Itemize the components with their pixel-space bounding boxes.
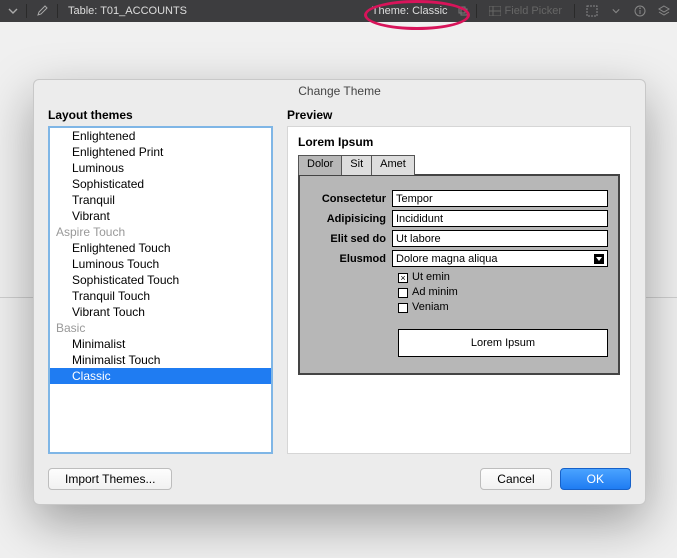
preview-tab[interactable]: Amet (371, 155, 415, 175)
copy-icon[interactable] (454, 2, 472, 20)
field-picker-label: Field Picker (505, 5, 562, 17)
theme-item[interactable]: Sophisticated Touch (50, 272, 271, 288)
theme-group-label: Basic (50, 320, 271, 336)
checkbox-icon: × (398, 273, 408, 283)
form-input[interactable]: Ut labore (392, 230, 608, 247)
checkbox-icon (398, 288, 408, 298)
preview-tab[interactable]: Dolor (298, 155, 342, 175)
checkbox-icon (398, 303, 408, 313)
form-label: Elit sed do (310, 233, 392, 245)
theme-item[interactable]: Tranquil (50, 192, 271, 208)
layout-themes-label: Layout themes (48, 108, 273, 126)
theme-list[interactable]: EnlightenedEnlightened PrintLuminousSoph… (48, 126, 273, 454)
checkbox-label: Ut emin (412, 270, 450, 285)
form-input[interactable]: Tempor (392, 190, 608, 207)
preview-heading: Lorem Ipsum (298, 135, 620, 149)
preview-action-button[interactable]: Lorem Ipsum (398, 329, 608, 357)
preview-label: Preview (287, 108, 631, 126)
form-label: Elusmod (310, 253, 392, 265)
form-label: Adipisicing (310, 213, 392, 225)
preview-tab[interactable]: Sit (341, 155, 372, 175)
form-row: ElusmodDolore magna aliqua (310, 250, 608, 267)
theme-item[interactable]: Classic (50, 368, 271, 384)
form-input[interactable]: Incididunt (392, 210, 608, 227)
theme-item[interactable]: Enlightened Print (50, 144, 271, 160)
theme-item[interactable]: Minimalist (50, 336, 271, 352)
app-toolbar: Table: T01_ACCOUNTS Theme: Classic Field… (0, 0, 677, 22)
preview-panel: Lorem Ipsum DolorSitAmet ConsecteturTemp… (287, 126, 631, 454)
checkbox-row[interactable]: Veniam (398, 300, 608, 315)
field-picker-button[interactable]: Field Picker (489, 5, 562, 17)
checkbox-label: Ad minim (412, 285, 458, 300)
preview-tabs: DolorSitAmet (298, 155, 620, 175)
form-label: Consectetur (310, 193, 392, 205)
dialog-title: Change Theme (34, 80, 645, 108)
table-name-label: Table: T01_ACCOUNTS (68, 5, 187, 17)
form-select[interactable]: Dolore magna aliqua (392, 250, 608, 267)
theme-item[interactable]: Enlightened Touch (50, 240, 271, 256)
form-row: ConsecteturTempor (310, 190, 608, 207)
theme-item[interactable]: Luminous (50, 160, 271, 176)
separator (26, 4, 27, 18)
separator (476, 4, 477, 18)
form-row: AdipisicingIncididunt (310, 210, 608, 227)
theme-item[interactable]: Enlightened (50, 128, 271, 144)
info-icon[interactable] (631, 2, 649, 20)
theme-item[interactable]: Luminous Touch (50, 256, 271, 272)
theme-item[interactable]: Vibrant (50, 208, 271, 224)
theme-item[interactable]: Tranquil Touch (50, 288, 271, 304)
cancel-button[interactable]: Cancel (480, 468, 551, 490)
import-themes-button[interactable]: Import Themes... (48, 468, 172, 490)
chevron-down-icon[interactable] (607, 2, 625, 20)
theme-item[interactable]: Sophisticated (50, 176, 271, 192)
change-theme-dialog: Change Theme Layout themes EnlightenedEn… (33, 79, 646, 505)
separator (57, 4, 58, 18)
checkbox-row[interactable]: × Ut emin (398, 270, 608, 285)
checkbox-label: Veniam (412, 300, 449, 315)
separator (574, 4, 575, 18)
layers-icon[interactable] (655, 2, 673, 20)
marquee-icon[interactable] (583, 2, 601, 20)
preview-tab-body: ConsecteturTemporAdipisicingIncididuntEl… (298, 174, 620, 375)
checkbox-row[interactable]: Ad minim (398, 285, 608, 300)
theme-item[interactable]: Vibrant Touch (50, 304, 271, 320)
chevron-down-icon[interactable] (4, 2, 22, 20)
theme-group-label: Aspire Touch (50, 224, 271, 240)
theme-label[interactable]: Theme: Classic (372, 5, 448, 17)
pencil-icon[interactable] (33, 2, 51, 20)
ok-button[interactable]: OK (560, 468, 631, 490)
dialog-footer: Import Themes... Cancel OK (34, 458, 645, 504)
theme-item[interactable]: Minimalist Touch (50, 352, 271, 368)
form-row: Elit sed doUt labore (310, 230, 608, 247)
chevron-down-icon (594, 254, 604, 264)
